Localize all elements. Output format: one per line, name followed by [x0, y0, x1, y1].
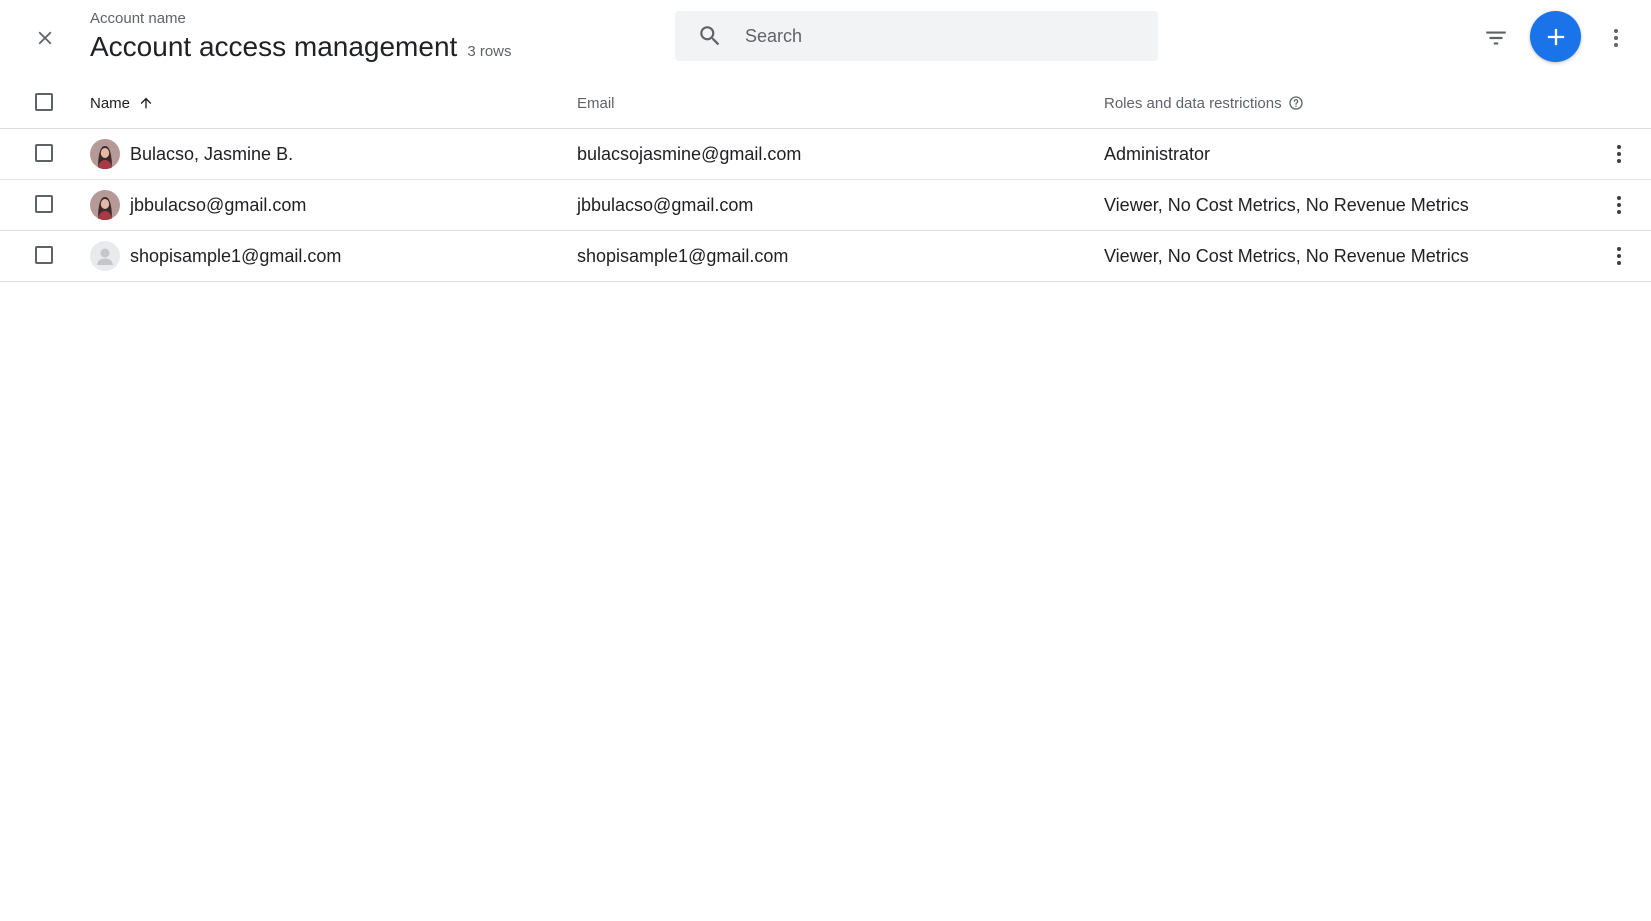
column-name-label: Name	[90, 94, 131, 112]
more-vert-icon	[1617, 247, 1621, 265]
more-vert-icon	[1617, 196, 1621, 214]
page-title: Account access management	[90, 31, 458, 62]
users-table: Name Email Roles and data restrictions B…	[0, 78, 1651, 282]
cell-email: bulacsojasmine@gmail.com	[577, 143, 802, 164]
search-icon	[697, 23, 723, 49]
row-checkbox[interactable]	[35, 144, 53, 162]
table-row[interactable]: Bulacso, Jasmine B. bulacsojasmine@gmail…	[0, 129, 1651, 180]
more-vert-icon	[1614, 29, 1618, 47]
cell-name: jbbulacso@gmail.com	[90, 180, 306, 230]
cell-roles: Viewer, No Cost Metrics, No Revenue Metr…	[1104, 194, 1469, 215]
help-circle-icon[interactable]	[1288, 95, 1304, 111]
search-box[interactable]	[675, 11, 1158, 61]
cell-roles: Administrator	[1104, 143, 1211, 164]
avatar	[90, 241, 120, 271]
header: Account name Account access management 3…	[0, 0, 1651, 78]
filter-icon	[1486, 31, 1506, 45]
user-name: jbbulacso@gmail.com	[130, 194, 307, 215]
cell-name: shopisample1@gmail.com	[90, 231, 341, 281]
cell-email: jbbulacso@gmail.com	[577, 194, 754, 215]
column-header-name[interactable]: Name	[90, 78, 154, 128]
row-more-button[interactable]	[1601, 136, 1637, 172]
search-input[interactable]	[743, 24, 1127, 48]
title-block: Account name Account access management 3…	[90, 10, 512, 64]
cell-email: shopisample1@gmail.com	[577, 245, 789, 266]
avatar	[90, 139, 120, 169]
plus-icon	[1547, 28, 1564, 45]
avatar	[90, 190, 120, 220]
table-header: Name Email Roles and data restrictions	[0, 78, 1651, 129]
close-button[interactable]	[24, 17, 66, 59]
column-roles-label: Roles and data restrictions	[1104, 94, 1282, 112]
table-row[interactable]: shopisample1@gmail.com shopisample1@gmai…	[0, 231, 1651, 282]
column-header-email: Email	[577, 94, 615, 112]
row-checkbox[interactable]	[35, 246, 53, 264]
select-all-checkbox[interactable]	[35, 93, 53, 111]
more-vert-icon	[1617, 145, 1621, 163]
more-options-button[interactable]	[1596, 18, 1636, 58]
row-more-button[interactable]	[1601, 187, 1637, 223]
user-name: shopisample1@gmail.com	[130, 245, 342, 266]
column-header-roles: Roles and data restrictions	[1104, 78, 1304, 128]
filter-button[interactable]	[1476, 18, 1516, 58]
row-more-button[interactable]	[1601, 238, 1637, 274]
arrow-up-icon	[138, 95, 154, 111]
user-name: Bulacso, Jasmine B.	[130, 143, 294, 164]
account-name-label: Account name	[90, 10, 186, 27]
cell-name: Bulacso, Jasmine B.	[90, 129, 293, 179]
add-user-button[interactable]	[1530, 11, 1581, 62]
row-checkbox[interactable]	[35, 195, 53, 213]
account-access-page: Account name Account access management 3…	[0, 0, 1651, 921]
row-count: 3 rows	[467, 43, 512, 60]
table-row[interactable]: jbbulacso@gmail.com jbbulacso@gmail.com …	[0, 180, 1651, 231]
close-icon	[38, 31, 52, 45]
cell-roles: Viewer, No Cost Metrics, No Revenue Metr…	[1104, 245, 1469, 266]
